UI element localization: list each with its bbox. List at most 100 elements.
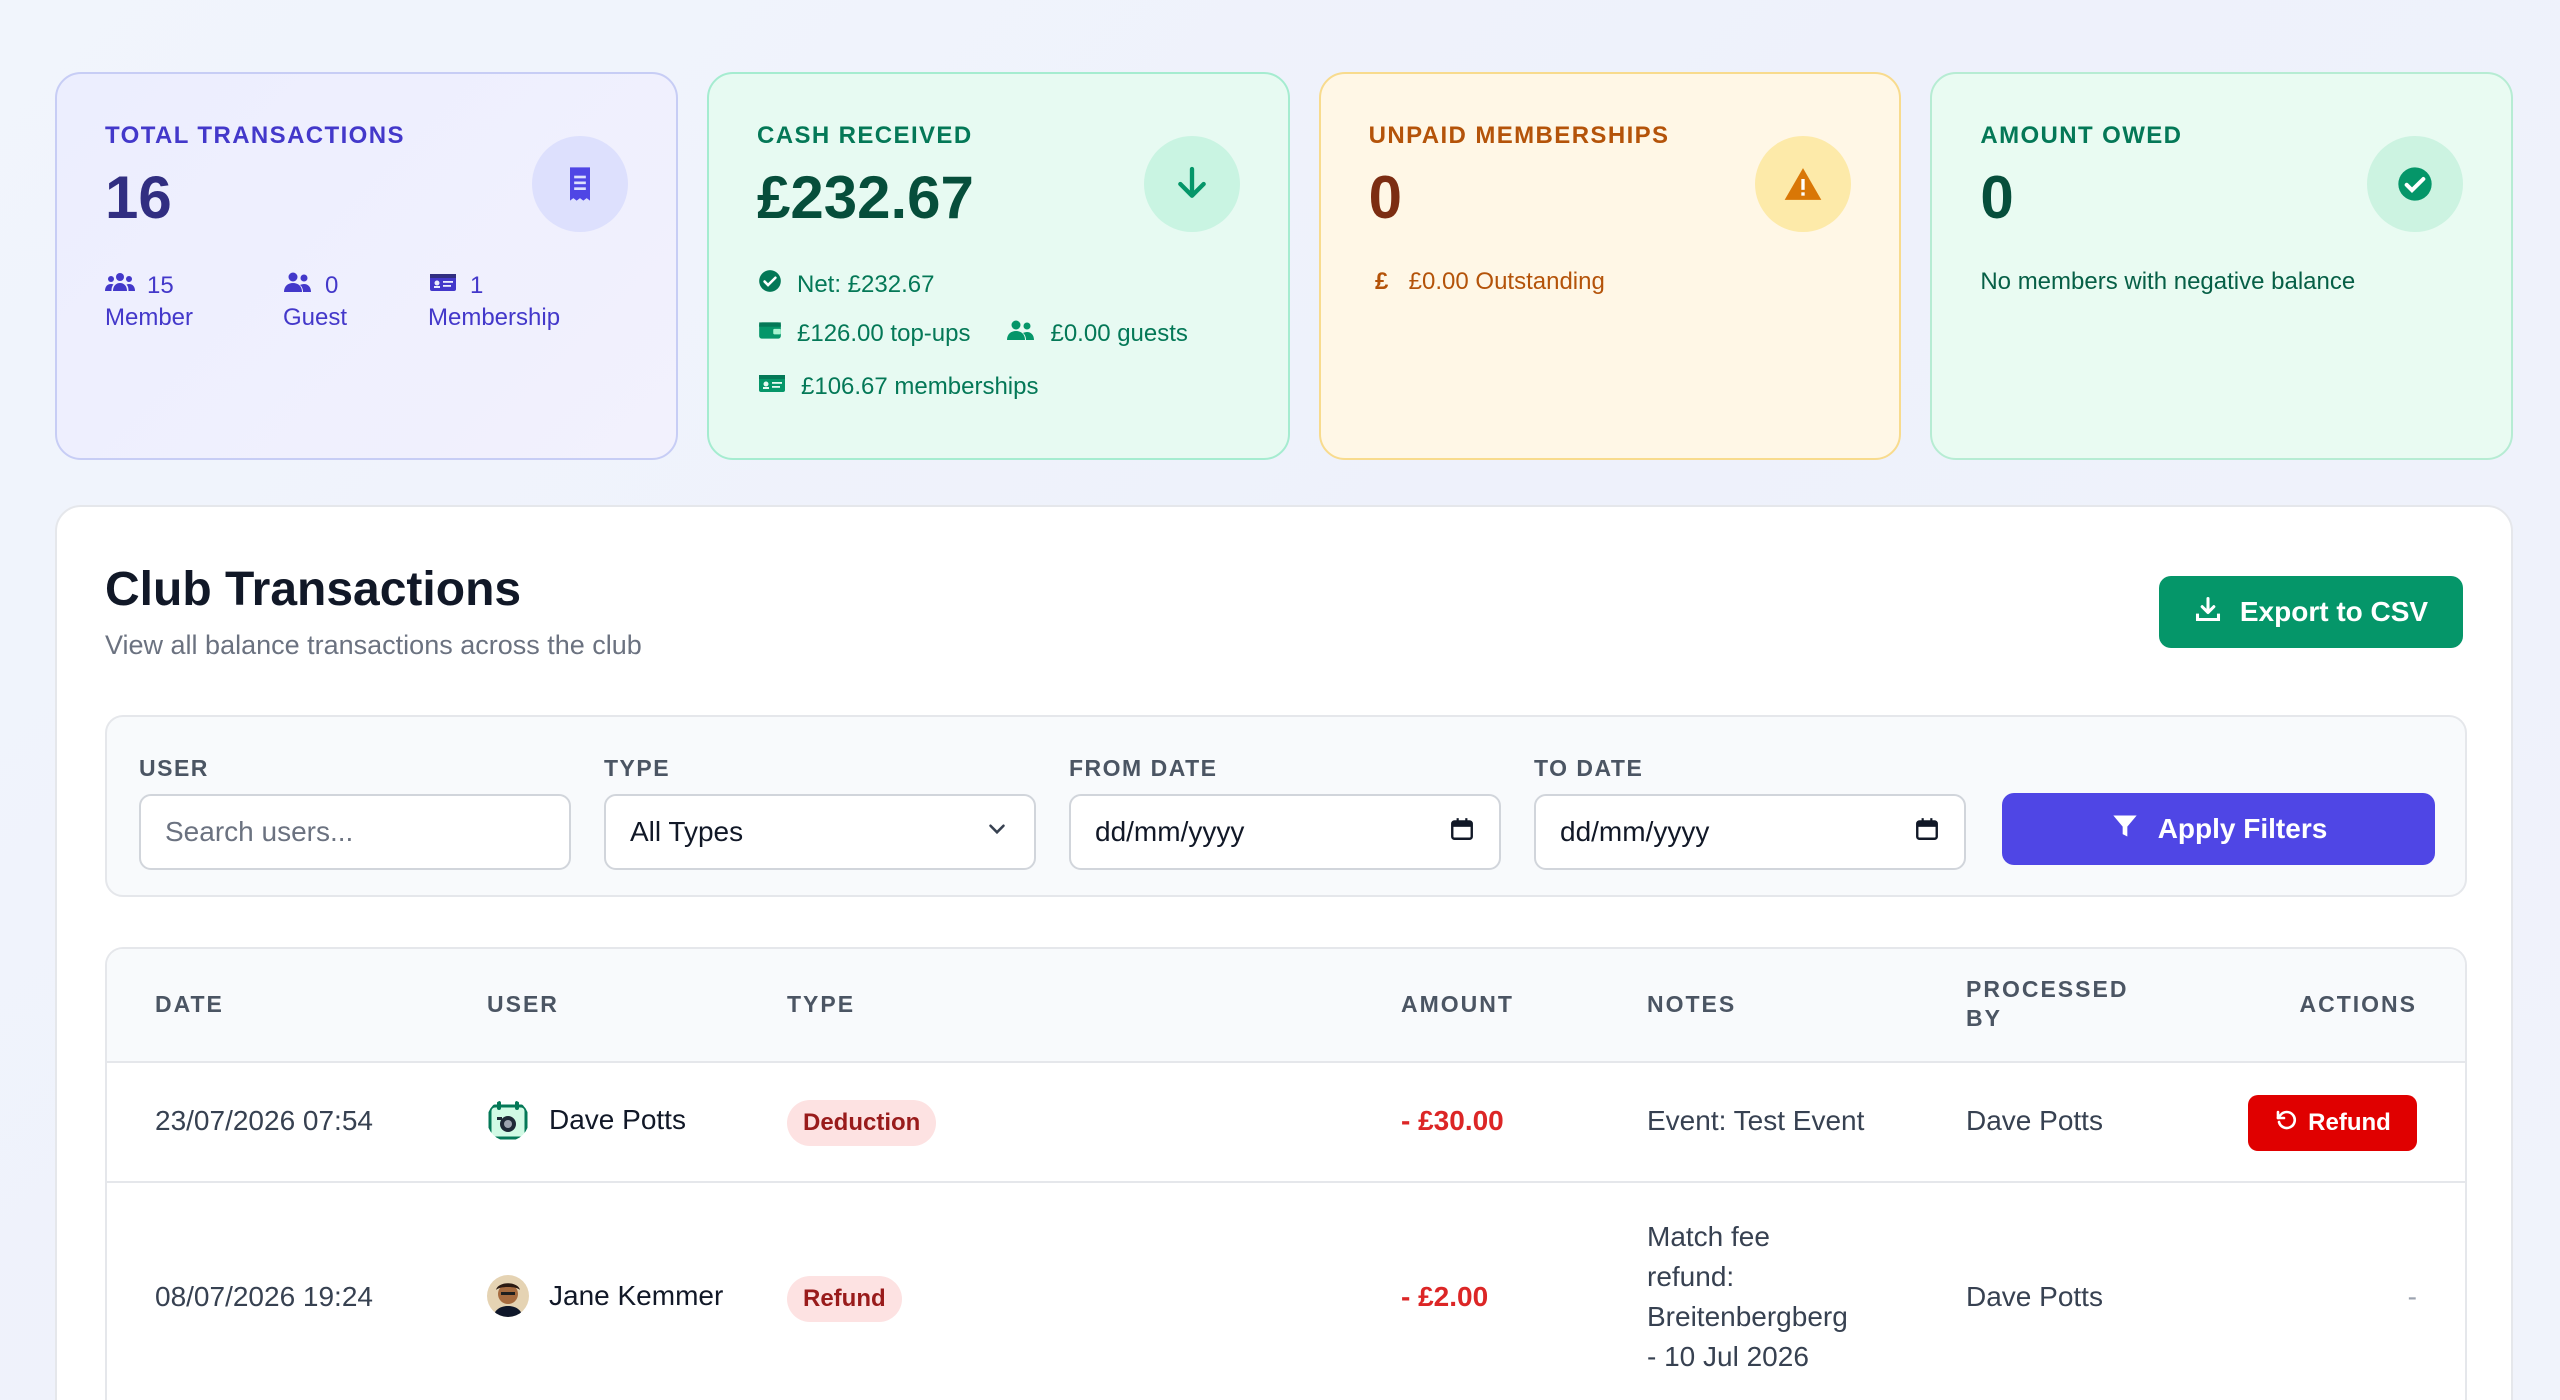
filter-icon bbox=[2110, 812, 2140, 847]
check-circle-icon bbox=[2367, 136, 2464, 232]
membership-label: Membership bbox=[428, 304, 561, 331]
row-date: 23/07/2026 07:54 bbox=[155, 1105, 373, 1136]
notes-line: - 10 Jul 2026 bbox=[1647, 1341, 1809, 1372]
notes-line: refund: bbox=[1647, 1261, 1735, 1292]
type-badge: Refund bbox=[787, 1276, 902, 1322]
table-row: 23/07/2026 07:54 Dave Potts Deduction - … bbox=[107, 1063, 2465, 1183]
cash-received-card: CASH RECEIVED £232.67 Net: £232.67 £126.… bbox=[707, 72, 1290, 460]
breakdown: 15 Member 0 Guest 1 Membership bbox=[105, 270, 628, 334]
calendar-icon[interactable] bbox=[1914, 816, 1940, 849]
page: TOTAL TRANSACTIONS 16 15 Member 0 Guest … bbox=[0, 0, 2560, 1400]
col-type: TYPE bbox=[787, 991, 856, 1017]
from-date-label: FROM DATE bbox=[1069, 755, 1218, 781]
page-subtitle: View all balance transactions across the… bbox=[105, 630, 642, 660]
undo-icon bbox=[2274, 1108, 2298, 1139]
transactions-table: DATE USER TYPE AMOUNT NOTES PROCESSED BY… bbox=[105, 947, 2467, 1400]
from-date-input[interactable]: dd/mm/yyyy bbox=[1069, 794, 1501, 870]
owed-note-text: No members with negative balance bbox=[1980, 268, 2356, 295]
row-processed-by: Dave Potts bbox=[1966, 1105, 2103, 1136]
user-filter-label: USER bbox=[139, 755, 209, 781]
wallet-icon bbox=[757, 317, 783, 350]
col-notes: NOTES bbox=[1647, 991, 1737, 1017]
member-label: Member bbox=[105, 304, 194, 331]
calendar-icon[interactable] bbox=[1449, 816, 1475, 849]
row-user-name: Dave Potts bbox=[549, 1104, 686, 1135]
apply-filters-button[interactable]: Apply Filters bbox=[2002, 793, 2435, 865]
type-select-value: All Types bbox=[630, 816, 744, 847]
search-users-placeholder: Search users... bbox=[165, 816, 354, 847]
stats-row: TOTAL TRANSACTIONS 16 15 Member 0 Guest … bbox=[55, 72, 2514, 460]
id-card-icon bbox=[757, 372, 787, 401]
warning-icon bbox=[1755, 136, 1852, 232]
chevron-down-icon bbox=[984, 816, 1010, 849]
membership-count: 1 bbox=[470, 272, 484, 299]
owed-note: No members with negative balance bbox=[1980, 268, 2463, 296]
breakdown-member: 15 Member bbox=[105, 270, 283, 334]
col-user: USER bbox=[487, 991, 559, 1017]
guests-value: £0.00 guests bbox=[1050, 319, 1188, 347]
user-group-icon bbox=[283, 270, 313, 302]
type-filter-label: TYPE bbox=[604, 755, 671, 781]
amount-owed-card: AMOUNT OWED 0 No members with negative b… bbox=[1930, 72, 2514, 460]
row-user-name: Jane Kemmer bbox=[549, 1280, 724, 1311]
memberships-value: £106.67 memberships bbox=[801, 372, 1039, 400]
receipt-icon bbox=[532, 136, 628, 232]
row-notes: Event: Test Event bbox=[1647, 1105, 1865, 1136]
to-date-label: TO DATE bbox=[1534, 755, 1644, 781]
unpaid-memberships-card: UNPAID MEMBERSHIPS 0 £ £0.00 Outstanding bbox=[1318, 72, 1902, 460]
search-users-input[interactable]: Search users... bbox=[139, 794, 571, 870]
col-processed-line1: PROCESSED bbox=[1966, 976, 2129, 1002]
guest-count: 0 bbox=[325, 272, 339, 299]
refund-label: Refund bbox=[2308, 1109, 2391, 1136]
member-count: 15 bbox=[147, 272, 174, 299]
net-line: Net: £232.67 bbox=[757, 268, 1240, 301]
table-header: DATE USER TYPE AMOUNT NOTES PROCESSED BY… bbox=[107, 949, 2465, 1063]
row-notes: Match fee refund: Breitenbergberg - 10 J… bbox=[1647, 1217, 1848, 1377]
topups-value: £126.00 top-ups bbox=[797, 319, 971, 347]
check-circle-icon bbox=[757, 268, 783, 301]
export-label: Export to CSV bbox=[2239, 596, 2429, 627]
col-actions: ACTIONS bbox=[2299, 991, 2417, 1017]
col-processed-line2: BY bbox=[1966, 1005, 2002, 1031]
col-date: DATE bbox=[155, 991, 224, 1017]
outstanding-value: £0.00 Outstanding bbox=[1408, 268, 1605, 295]
table-row: 08/07/2026 19:24 Jane Kemmer Refund - £2… bbox=[107, 1183, 2465, 1400]
filter-bar: USER Search users... TYPE All Types FROM… bbox=[105, 715, 2467, 897]
type-select[interactable]: All Types bbox=[604, 794, 1036, 870]
camera-avatar-icon bbox=[487, 1099, 529, 1141]
to-date-filter: TO DATE dd/mm/yyyy bbox=[1534, 755, 1966, 870]
export-csv-button[interactable]: Export to CSV bbox=[2159, 576, 2463, 648]
transactions-panel: Club Transactions View all balance trans… bbox=[55, 505, 2513, 1400]
row-processed-by: Dave Potts bbox=[1966, 1281, 2103, 1312]
total-transactions-card: TOTAL TRANSACTIONS 16 15 Member 0 Guest … bbox=[55, 72, 678, 460]
from-date-value: dd/mm/yyyy bbox=[1095, 816, 1245, 847]
breakdown-guest: 0 Guest bbox=[283, 270, 428, 334]
pound-icon: £ bbox=[1374, 268, 1389, 295]
row-date: 08/07/2026 19:24 bbox=[155, 1281, 373, 1312]
breakdown-membership: 1 Membership bbox=[428, 270, 628, 334]
row-amount: - £2.00 bbox=[1401, 1281, 1489, 1312]
col-amount: AMOUNT bbox=[1401, 991, 1514, 1017]
download-icon bbox=[2194, 595, 2222, 630]
no-action: - bbox=[2407, 1281, 2417, 1312]
row-user[interactable]: Dave Potts bbox=[487, 1099, 686, 1141]
col-processed-by: PROCESSED BY bbox=[1966, 975, 2128, 1033]
users-icon bbox=[105, 270, 135, 302]
row-user[interactable]: Jane Kemmer bbox=[487, 1275, 723, 1317]
net-value: Net: £232.67 bbox=[797, 270, 935, 298]
user-filter: USER Search users... bbox=[139, 755, 571, 870]
page-title: Club Transactions bbox=[105, 563, 522, 616]
to-date-value: dd/mm/yyyy bbox=[1560, 816, 1710, 847]
notes-line: Match fee bbox=[1647, 1221, 1770, 1252]
to-date-input[interactable]: dd/mm/yyyy bbox=[1534, 794, 1966, 870]
type-badge: Deduction bbox=[787, 1100, 937, 1146]
arrow-down-icon bbox=[1143, 136, 1240, 232]
outstanding-line: £ £0.00 Outstanding bbox=[1369, 268, 1852, 296]
refund-button[interactable]: Refund bbox=[2248, 1095, 2417, 1151]
from-date-filter: FROM DATE dd/mm/yyyy bbox=[1069, 755, 1501, 870]
topups-guests-line: £126.00 top-ups £0.00 guests bbox=[757, 317, 1240, 350]
id-card-icon bbox=[428, 270, 458, 302]
row-amount: - £30.00 bbox=[1401, 1105, 1504, 1136]
avatar bbox=[487, 1275, 529, 1317]
memberships-line: £106.67 memberships bbox=[757, 372, 1240, 401]
